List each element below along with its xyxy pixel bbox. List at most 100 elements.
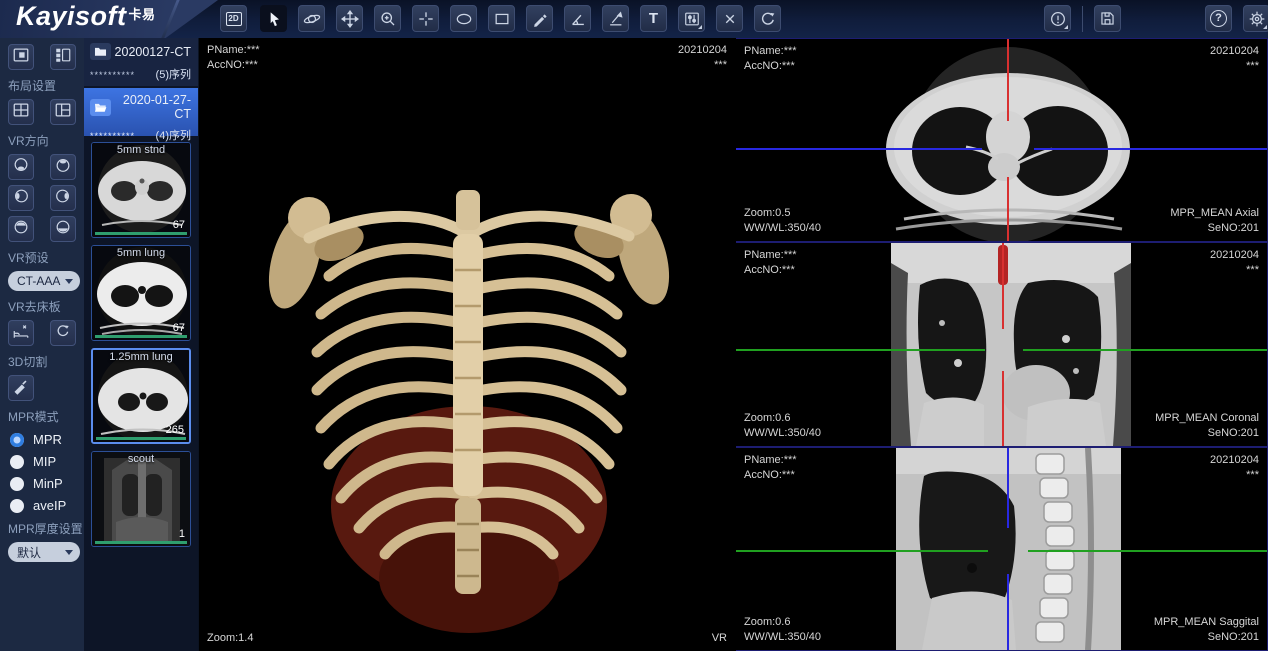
reset-button[interactable]	[754, 5, 781, 32]
coronal-h-crosshair-right[interactable]	[1023, 349, 1267, 351]
toolbar-divider	[1082, 6, 1083, 32]
axial-v-crosshair-bottom[interactable]	[1007, 177, 1009, 241]
view-2d-button[interactable]: 2D	[220, 5, 247, 32]
radio-icon	[10, 477, 24, 491]
axial-patient-overlay: PName:*** AccNO:***	[744, 44, 797, 74]
bed-remove-icon	[12, 322, 30, 345]
settings-button[interactable]	[1243, 5, 1268, 32]
vr-preset-dropdown[interactable]: CT-AAA	[8, 271, 80, 291]
pan-button[interactable]	[336, 5, 363, 32]
vr-left-icon	[12, 187, 30, 210]
accno-text: AccNO:***	[744, 263, 797, 278]
axial-h-crosshair-left[interactable]	[736, 148, 982, 150]
cut-3d-label: 3D切割	[8, 353, 76, 370]
series-number-text: SeNO:201	[1170, 221, 1259, 236]
remove-bed-button[interactable]	[8, 320, 34, 346]
delete-annotation-button[interactable]	[716, 5, 743, 32]
mpr-sagittal-viewport[interactable]: PName:*** AccNO:*** 20210204 *** Zoom:0.…	[735, 447, 1268, 651]
study-name: 20200127-CT	[111, 45, 191, 59]
thumbnail-scout[interactable]: scout 1	[91, 451, 191, 547]
layout-split-1-2-button[interactable]	[50, 99, 76, 125]
pname-text: PName:***	[207, 43, 260, 58]
mpr-mode-radio-mpr[interactable]: MPR	[10, 432, 76, 447]
layout-single-icon	[12, 46, 30, 69]
measure-angle-button[interactable]	[564, 5, 591, 32]
thumbnail-progress-bar	[95, 232, 187, 235]
mpr-axial-viewport[interactable]: PName:*** AccNO:*** 20210204 *** Zoom:0.…	[735, 38, 1268, 242]
cursor-button[interactable]	[260, 5, 287, 32]
right-tool-group	[1044, 5, 1121, 32]
coronal-series-overlay: MPR_MEAN Coronal SeNO:201	[1155, 411, 1259, 441]
sagittal-h-crosshair-left[interactable]	[736, 550, 988, 552]
thumbnail-5mm-stnd[interactable]: 5mm stnd 67	[91, 142, 191, 238]
vr-right-icon	[54, 187, 72, 210]
mpr-mode-radio-aveip[interactable]: aveIP	[10, 498, 76, 513]
coronal-v-crosshair-bottom[interactable]	[1002, 371, 1004, 446]
orbit-icon	[302, 9, 322, 29]
far-right-tool-group: ?	[1205, 5, 1268, 32]
rectangle-icon	[492, 9, 512, 29]
layout-grid-2x2-button[interactable]	[8, 99, 34, 125]
coronal-h-crosshair-left[interactable]	[736, 349, 985, 351]
study-item-2[interactable]: 2020-01-27-CT ********** (4)序列	[84, 88, 198, 136]
vr-direction-label: VR方向	[8, 132, 76, 149]
mpr-thickness-dropdown[interactable]: 默认	[8, 542, 80, 562]
vr-feet-button[interactable]	[50, 216, 76, 242]
vr-viewport[interactable]: PName:*** AccNO:*** 20210204 *** Zoom:1.…	[198, 38, 735, 651]
x-mark-icon	[721, 10, 739, 28]
coronal-v-crosshair-top[interactable]	[1002, 243, 1004, 329]
ellipse-roi-button[interactable]	[450, 5, 477, 32]
scout-thumb-image	[92, 452, 191, 547]
scalpel-icon	[12, 377, 30, 400]
vr-right-button[interactable]	[50, 185, 76, 211]
mpr-mode-radio-mip[interactable]: MIP	[10, 454, 76, 469]
bed-reset-button[interactable]	[50, 320, 76, 346]
layout-thumbnails-button[interactable]	[50, 44, 76, 70]
vr-preset-label: VR预设	[8, 249, 76, 266]
brand-text: Kayisoft	[16, 1, 127, 31]
masked-text: ***	[1210, 468, 1259, 483]
vr-head-icon	[12, 218, 30, 241]
info-circle-icon	[1048, 9, 1068, 29]
chevron-down-icon	[65, 279, 73, 284]
thumbnail-1-25mm-lung[interactable]: 1.25mm lung 265	[91, 348, 191, 444]
accno-text: AccNO:***	[744, 468, 797, 483]
layout-single-button[interactable]	[8, 44, 34, 70]
rect-roi-button[interactable]	[488, 5, 515, 32]
mpr-mode-radio-minp[interactable]: MinP	[10, 476, 76, 491]
study-date-text: 20210204	[1210, 453, 1259, 468]
vr-head-button[interactable]	[8, 216, 34, 242]
axial-v-crosshair-top[interactable]	[1007, 39, 1009, 121]
save-disk-icon	[1098, 9, 1117, 28]
measure-length-button[interactable]	[526, 5, 553, 32]
sagittal-v-crosshair-top[interactable]	[1007, 448, 1009, 528]
thumbnail-5mm-lung[interactable]: 5mm lung 67	[91, 245, 191, 341]
zoom-button[interactable]	[374, 5, 401, 32]
vr-back-button[interactable]	[50, 154, 76, 180]
arrow-cursor-icon	[264, 9, 284, 29]
series-count: (5)序列	[156, 66, 191, 82]
sagittal-v-crosshair-bottom[interactable]	[1007, 574, 1009, 650]
help-button[interactable]: ?	[1205, 5, 1232, 32]
vr-left-button[interactable]	[8, 185, 34, 211]
crosshair-button[interactable]	[412, 5, 439, 32]
mpr-coronal-viewport[interactable]: PName:*** AccNO:*** 20210204 *** Zoom:0.…	[735, 242, 1268, 447]
sagittal-h-crosshair-right[interactable]	[1028, 550, 1267, 552]
about-button[interactable]	[1044, 5, 1071, 32]
axial-h-crosshair-right[interactable]	[1034, 148, 1267, 150]
window-level-button[interactable]	[678, 5, 705, 32]
scalpel-button[interactable]	[8, 375, 34, 401]
rotate-3d-button[interactable]	[298, 5, 325, 32]
vr-preset-value: CT-AAA	[17, 274, 60, 288]
cobb-angle-button[interactable]	[602, 5, 629, 32]
vr-front-button[interactable]	[8, 154, 34, 180]
study-item-1[interactable]: 20200127-CT ********** (5)序列	[84, 38, 198, 86]
pname-text: PName:***	[744, 248, 797, 263]
export-button[interactable]	[1094, 5, 1121, 32]
pname-text: PName:***	[744, 453, 797, 468]
layout-split-icon	[54, 101, 72, 124]
text-annotation-button[interactable]: T	[640, 5, 667, 32]
crosshair-icon	[416, 9, 436, 29]
coronal-date-overlay: 20210204 ***	[1210, 248, 1259, 278]
thumbnail-label: scout	[92, 453, 190, 465]
